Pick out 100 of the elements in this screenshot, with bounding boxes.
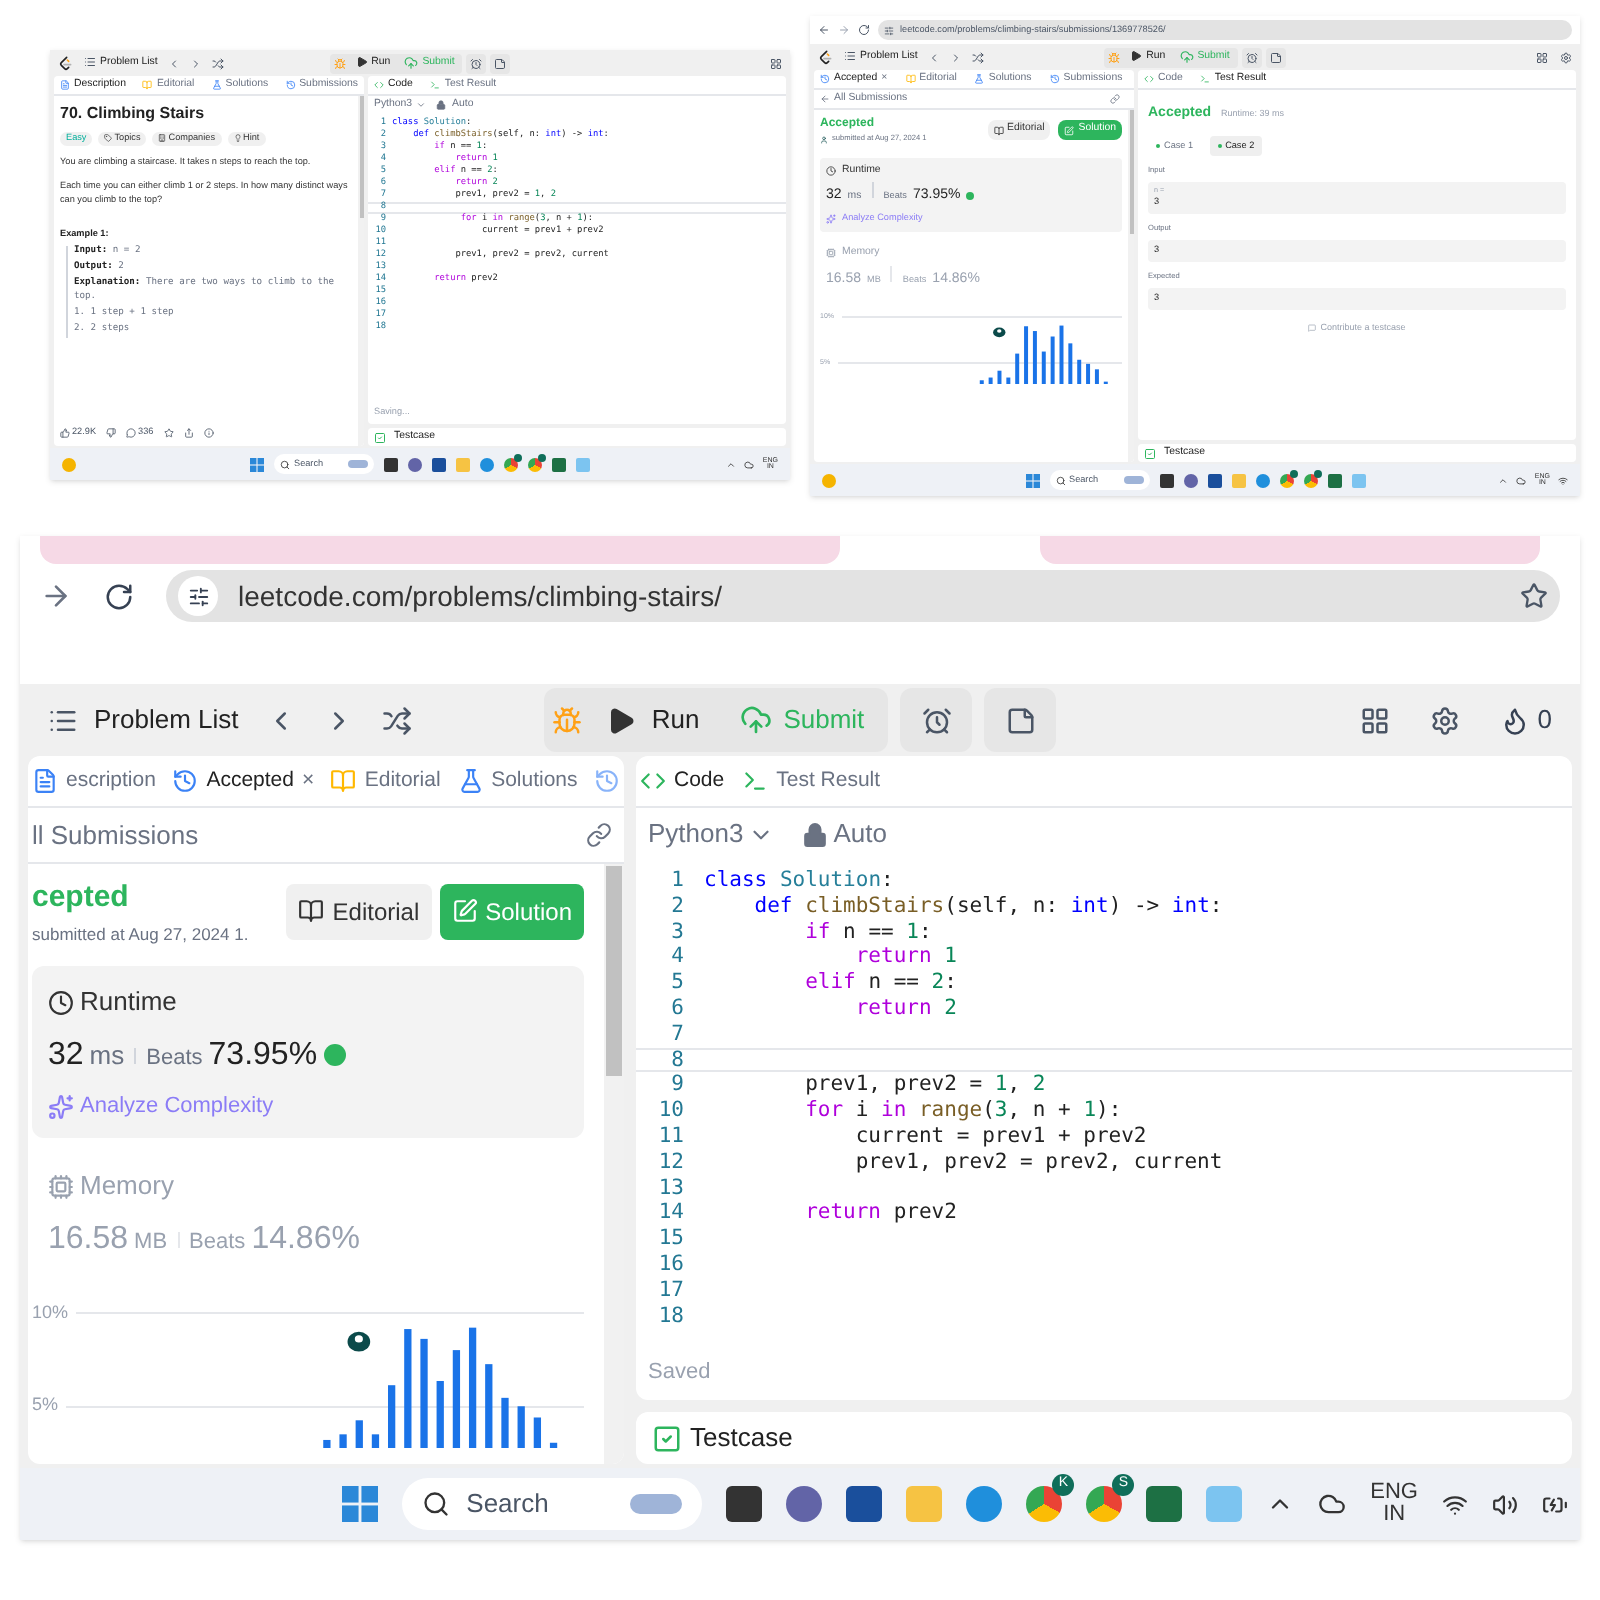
- history-icon: [172, 768, 199, 794]
- reload-icon[interactable]: [858, 24, 870, 36]
- start-icon[interactable]: [250, 457, 264, 471]
- layout-icon[interactable]: [770, 57, 782, 69]
- code-line: 3 if n == 1:: [669, 919, 934, 945]
- spreadsheet-icon[interactable]: [552, 457, 566, 471]
- panel-tab[interactable]: Editorial: [364, 765, 441, 797]
- comment-icon[interactable]: [126, 428, 137, 439]
- info-icon[interactable]: [203, 428, 214, 439]
- auto-mode-button[interactable]: Auto: [801, 814, 887, 854]
- address-bar[interactable]: leetcode.com/problems/climbing-stairs/: [166, 570, 1560, 622]
- browser-icon[interactable]: [1086, 1486, 1123, 1522]
- checkbox-icon: [652, 1423, 682, 1453]
- scrollbar[interactable]: [358, 96, 364, 446]
- forward-icon[interactable]: [40, 580, 72, 612]
- upload-icon: [1179, 49, 1194, 64]
- share-icon[interactable]: [183, 428, 194, 439]
- search-icon: [422, 1490, 451, 1518]
- shuffle-icon[interactable]: [971, 51, 984, 63]
- cloud-icon[interactable]: [1318, 1490, 1347, 1518]
- list-icon: [84, 56, 96, 69]
- cloud-icon[interactable]: [1516, 475, 1527, 485]
- link-icon[interactable]: [1110, 94, 1120, 104]
- code-line: 7: [669, 1021, 686, 1048]
- note-icon[interactable]: [490, 53, 511, 73]
- layout-icon[interactable]: [1536, 51, 1548, 63]
- checkbox-icon: [374, 431, 386, 443]
- cloud-icon[interactable]: [744, 459, 755, 469]
- bookmark-star-icon[interactable]: [1520, 582, 1548, 610]
- panel-tab[interactable]: Solutions: [491, 765, 578, 797]
- logo-icon[interactable]: [58, 55, 74, 71]
- settings-icon[interactable]: [1560, 51, 1572, 63]
- input-region[interactable]: IN: [1383, 1504, 1406, 1526]
- search-icon: [1055, 475, 1065, 485]
- task-view-icon[interactable]: [1159, 473, 1173, 487]
- checkbox-icon: [1144, 447, 1156, 459]
- play-icon: [605, 705, 636, 735]
- store-icon[interactable]: [1207, 473, 1221, 487]
- list-icon: [844, 50, 856, 63]
- store-icon[interactable]: [846, 1486, 883, 1522]
- shuffle-icon[interactable]: [382, 705, 413, 735]
- scrollbar[interactable]: [1128, 110, 1134, 462]
- avatar-icon: [820, 135, 828, 144]
- terminal-icon: [742, 768, 769, 794]
- shuffle-icon[interactable]: [211, 57, 224, 69]
- language-select[interactable]: Python3: [648, 814, 774, 854]
- scrollbar[interactable]: [604, 864, 624, 1464]
- reload-icon[interactable]: [104, 581, 134, 611]
- timer-icon[interactable]: [1241, 47, 1262, 67]
- browser-icon[interactable]: [966, 1486, 1003, 1522]
- link-icon[interactable]: [586, 822, 612, 848]
- panel-tab[interactable]: Code: [674, 765, 725, 797]
- testcase-bar[interactable]: Testcase: [636, 1412, 1572, 1464]
- chat-icon[interactable]: [1183, 473, 1197, 487]
- code-line: 18: [656, 1303, 686, 1329]
- store-icon[interactable]: [432, 457, 446, 471]
- layout-icon[interactable]: [1359, 705, 1390, 735]
- chat-icon[interactable]: [786, 1486, 823, 1522]
- task-view-icon[interactable]: [726, 1486, 763, 1522]
- timer-icon[interactable]: [900, 688, 973, 752]
- settings-icon[interactable]: [1429, 705, 1460, 735]
- close-tab-button[interactable]: ×: [301, 765, 315, 797]
- task-view-icon[interactable]: [384, 457, 398, 471]
- back-icon[interactable]: [820, 94, 830, 104]
- editorial-button[interactable]: Editorial: [286, 883, 432, 940]
- note-icon[interactable]: [1265, 47, 1286, 67]
- profile-badge: [1289, 469, 1297, 477]
- wifi-icon[interactable]: [1442, 1491, 1468, 1517]
- upload-icon: [739, 704, 772, 736]
- battery-icon[interactable]: [1542, 1491, 1568, 1517]
- taskbar-search[interactable]: Search: [402, 1478, 703, 1530]
- panel-tab[interactable]: Test Result: [776, 765, 881, 797]
- start-icon[interactable]: [1025, 473, 1039, 487]
- run-button[interactable]: Run: [589, 700, 716, 740]
- star-icon[interactable]: [163, 428, 174, 439]
- problem-list-button[interactable]: Problem List: [48, 700, 239, 740]
- chat-icon[interactable]: [408, 457, 422, 471]
- thumbs-up-icon[interactable]: [60, 428, 70, 439]
- input-language[interactable]: ENG: [1370, 1482, 1418, 1504]
- streak-counter[interactable]: 0: [1537, 700, 1553, 740]
- wifi-icon[interactable]: [1558, 475, 1568, 485]
- sparkles-icon[interactable]: [48, 1093, 74, 1119]
- start-icon[interactable]: [342, 1486, 379, 1522]
- note-icon[interactable]: [984, 688, 1057, 752]
- volume-icon[interactable]: [1492, 1491, 1518, 1517]
- timer-icon[interactable]: [466, 53, 487, 73]
- panel-tab[interactable]: Accepted: [206, 765, 294, 797]
- all-submissions-link[interactable]: ll Submissions: [32, 815, 586, 855]
- spreadsheet-icon[interactable]: [1327, 473, 1341, 487]
- spreadsheet-icon[interactable]: [1146, 1486, 1183, 1522]
- site-settings-icon[interactable]: [178, 576, 218, 616]
- panel-tab[interactable]: escription: [66, 765, 156, 797]
- back-icon[interactable]: [818, 24, 830, 36]
- beats-label: Beats: [146, 1043, 203, 1074]
- flame-icon[interactable]: [1499, 705, 1530, 735]
- thumbs-down-icon[interactable]: [106, 428, 117, 439]
- logo-icon[interactable]: [818, 49, 834, 65]
- browser-icon[interactable]: [1026, 1486, 1063, 1522]
- building-icon: [158, 134, 167, 143]
- runtime-unit: ms: [89, 1037, 125, 1074]
